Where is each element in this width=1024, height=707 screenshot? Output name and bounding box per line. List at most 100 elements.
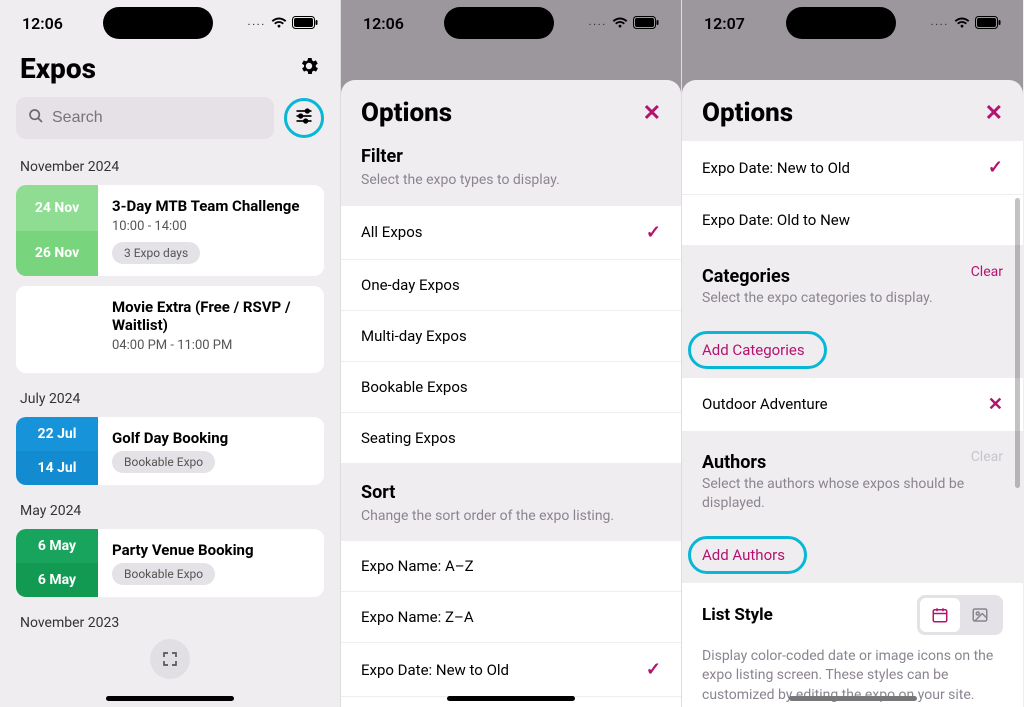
- option-label: Expo Name: A–Z: [361, 557, 474, 575]
- categories-desc: Select the expo categories to display.: [682, 289, 1023, 323]
- card-time: 04:00 PM - 11:00 PM: [112, 338, 310, 353]
- sort-option-new[interactable]: Expo Date: New to Old ✓: [341, 643, 681, 697]
- search-row: [0, 97, 340, 151]
- date-start: 22 Jul: [16, 417, 98, 451]
- scrollbar[interactable]: [1015, 198, 1020, 683]
- filter-option-multiday[interactable]: Multi-day Expos: [341, 311, 681, 362]
- card-title: Movie Extra (Free / RSVP / Waitlist): [112, 298, 310, 334]
- categories-title: Categories: [702, 256, 790, 287]
- filter-section-desc: Select the expo types to display.: [341, 171, 681, 205]
- signal-dots: ....: [931, 18, 949, 28]
- sort-options-partial: Expo Date: New to Old ✓ Expo Date: Old t…: [682, 140, 1023, 246]
- battery-icon: [292, 14, 318, 33]
- option-label: Expo Name: Z–A: [361, 608, 474, 626]
- date-end: 14 Jul: [16, 451, 98, 485]
- search-input[interactable]: [52, 109, 262, 127]
- status-bar: 12:06 ....: [341, 0, 681, 46]
- option-label: Expo Date: New to Old: [702, 159, 850, 177]
- close-icon[interactable]: ✕: [985, 101, 1003, 126]
- card-badge: Bookable Expo: [112, 563, 215, 585]
- date-end: 6 May: [16, 563, 98, 597]
- check-icon: ✓: [988, 157, 1003, 178]
- option-label: All Expos: [361, 223, 423, 241]
- date-end: 26 Nov: [16, 231, 98, 277]
- option-label: Seating Expos: [361, 429, 456, 447]
- search-icon: [28, 108, 44, 128]
- battery-icon: [975, 14, 1001, 33]
- options-sheet: Options ✕ Expo Date: New to Old ✓ Expo D…: [682, 80, 1023, 707]
- list-style-image-icon[interactable]: [960, 598, 1000, 632]
- status-time: 12:07: [704, 14, 764, 33]
- sort-option-az[interactable]: Expo Name: A–Z: [341, 540, 681, 592]
- card-title: Party Venue Booking: [112, 541, 310, 559]
- expo-card-party[interactable]: 6 May 6 May Party Venue Booking Bookable…: [16, 529, 324, 597]
- highlight-circle: [284, 98, 324, 138]
- add-authors-link[interactable]: Add Authors: [682, 528, 805, 582]
- month-header-nov2024: November 2024: [0, 151, 340, 185]
- category-label: Outdoor Adventure: [702, 395, 828, 413]
- authors-desc: Select the authors whose expos should be…: [682, 475, 1023, 528]
- close-icon[interactable]: ✕: [643, 101, 661, 126]
- filter-option-seating[interactable]: Seating Expos: [341, 413, 681, 464]
- sort-option-new[interactable]: Expo Date: New to Old ✓: [682, 140, 1023, 195]
- home-indicator: [789, 696, 917, 701]
- notch: [786, 7, 896, 39]
- option-label: Bookable Expos: [361, 378, 468, 396]
- options-sheet: Options ✕ Filter Select the expo types t…: [341, 80, 681, 707]
- notch: [103, 7, 213, 39]
- signal-dots: ....: [589, 18, 607, 28]
- sort-section-desc: Change the sort order of the expo listin…: [341, 507, 681, 541]
- list-style-title: List Style: [702, 605, 773, 625]
- expo-card-golf[interactable]: 22 Jul 14 Jul Golf Day Booking Bookable …: [16, 417, 324, 485]
- list-style-segment: [917, 595, 1003, 635]
- search-box[interactable]: [16, 97, 274, 139]
- categories-clear[interactable]: Clear: [971, 264, 1003, 280]
- card-badge: 3 Expo days: [112, 242, 200, 264]
- category-chip-outdoor[interactable]: Outdoor Adventure ✕: [682, 377, 1023, 432]
- notch: [444, 7, 554, 39]
- date-start: 24 Nov: [16, 185, 98, 231]
- fab-bar: [0, 639, 340, 679]
- wifi-icon: [954, 14, 970, 33]
- filter-option-all[interactable]: All Expos ✓: [341, 205, 681, 260]
- scrollbar-thumb[interactable]: [1015, 198, 1020, 488]
- sort-section-title: Sort: [341, 464, 681, 507]
- sort-options-list: Expo Name: A–Z Expo Name: Z–A Expo Date:…: [341, 540, 681, 707]
- card-time: 10:00 - 14:00: [112, 219, 310, 234]
- screen-expos-list: 12:06 .... Expos November 20: [0, 0, 341, 707]
- selected-categories: Outdoor Adventure ✕: [682, 377, 1023, 432]
- signal-dots: ....: [248, 18, 266, 28]
- sheet-title: Options: [702, 98, 793, 128]
- filter-option-oneday[interactable]: One-day Expos: [341, 260, 681, 311]
- list-style-date-icon[interactable]: [920, 598, 960, 632]
- option-label: Expo Date: Old to New: [702, 211, 850, 229]
- card-title: Golf Day Booking: [112, 429, 310, 447]
- screen-options-filter-sort: 12:06 .... Options ✕ Filter Select the e…: [341, 0, 682, 707]
- option-label: Expo Date: New to Old: [361, 661, 509, 679]
- expo-card-mtb[interactable]: 24 Nov 26 Nov 3-Day MTB Team Challenge 1…: [16, 185, 324, 276]
- add-categories-link[interactable]: Add Categories: [682, 323, 825, 377]
- authors-title: Authors: [702, 442, 766, 473]
- status-right: ....: [234, 14, 318, 33]
- filter-section-title: Filter: [341, 140, 681, 171]
- screen-options-categories: 12:07 .... Options ✕ Expo Date: New to O…: [682, 0, 1023, 707]
- home-indicator: [106, 696, 234, 701]
- home-indicator: [447, 696, 575, 701]
- settings-gear-icon[interactable]: [298, 55, 320, 83]
- filter-option-bookable[interactable]: Bookable Expos: [341, 362, 681, 413]
- check-icon: ✓: [646, 222, 661, 243]
- card-title: 3-Day MTB Team Challenge: [112, 197, 310, 215]
- check-icon: ✓: [646, 659, 661, 680]
- status-bar: 12:07 ....: [682, 0, 1023, 46]
- expo-card-movie[interactable]: Movie Extra (Free / RSVP / Waitlist) 04:…: [16, 286, 324, 373]
- status-bar: 12:06 ....: [0, 0, 340, 46]
- status-time: 12:06: [22, 14, 82, 33]
- sort-option-old[interactable]: Expo Date: Old to New: [682, 195, 1023, 246]
- month-header-jul2024: July 2024: [0, 383, 340, 417]
- remove-icon[interactable]: ✕: [988, 394, 1003, 415]
- option-label: One-day Expos: [361, 276, 460, 294]
- sort-option-za[interactable]: Expo Name: Z–A: [341, 592, 681, 643]
- expand-fab[interactable]: [150, 639, 190, 679]
- filter-button[interactable]: [284, 98, 324, 138]
- page-title: Expos: [20, 52, 96, 85]
